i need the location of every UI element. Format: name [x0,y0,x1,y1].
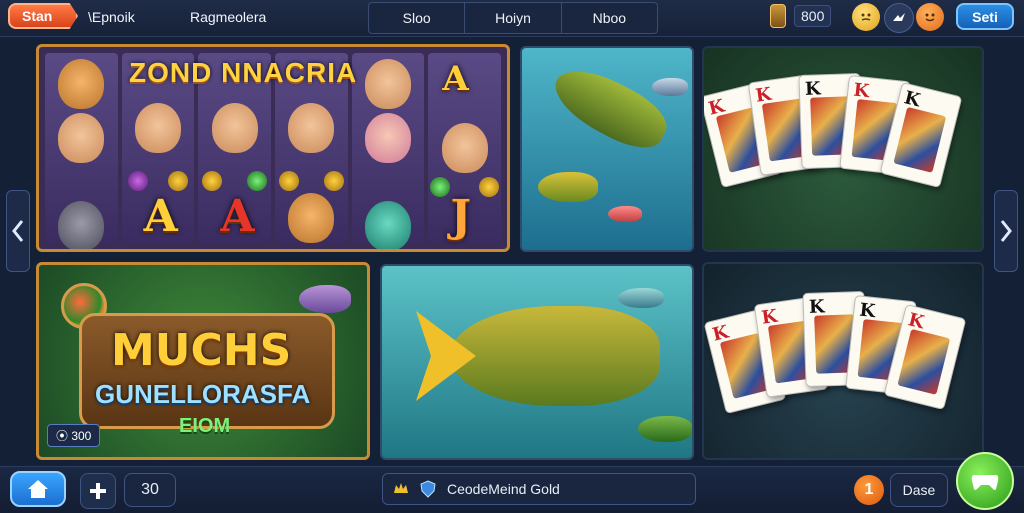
home-icon [28,480,48,498]
game-tile-fishing[interactable] [520,46,694,252]
fish-illustration [450,306,660,406]
tab-sloo[interactable]: Sloo [369,3,466,33]
scroll-left-arrow[interactable] [6,190,30,272]
emoji-face-icon[interactable] [916,3,944,31]
game-tile-cards-two[interactable]: K K K K K [702,262,984,460]
game-logo-subtitle: GUNELLORASFA [95,379,311,409]
coin-balance: 800 [770,3,840,29]
bird-icon[interactable] [884,3,914,33]
jackpot-badge: ⦿ 300 [47,424,101,447]
emoji-face-icon[interactable] [852,3,880,31]
add-button[interactable] [80,473,116,509]
settings-button[interactable]: Seti [956,3,1014,30]
fish-illustration [608,206,642,222]
plus-icon [90,483,106,499]
shield-icon [420,480,436,498]
scroll-right-arrow[interactable] [994,190,1018,272]
notification-badge[interactable]: 1 [854,475,884,505]
count-display: 30 [124,473,176,507]
tab-group: Sloo Hoiyn Nboo [368,2,658,34]
play-button[interactable] [956,452,1014,510]
controller-icon [971,475,999,490]
top-label-epnoik: \Epnoik [88,9,135,25]
game-logo-tag: EIOM [179,415,231,437]
fish-illustration [618,288,664,308]
game-logo-title: MUCHS [111,325,292,376]
slot-letter: A [442,59,469,99]
game-title: ZOND NNACRIA [129,57,358,88]
tab-nboo[interactable]: Nboo [562,3,657,33]
fish-illustration [544,56,676,160]
slot-reel [45,53,118,249]
slot-letter: A [143,191,178,242]
lantern-icon [770,4,786,28]
slot-letter: A [220,191,255,242]
fish-illustration [538,172,598,202]
game-tile-big-fish[interactable] [380,264,694,460]
status-bar: CeodeMeind Gold [382,473,696,505]
game-tile-cards[interactable]: K K K K K [702,46,984,252]
fish-illustration [652,78,688,96]
home-button[interactable] [10,471,66,507]
start-button[interactable]: Stan [8,3,78,29]
crown-icon [394,483,408,493]
fish-illustration [638,416,692,442]
slot-letter: J [450,191,472,242]
top-label-ragmeolera: Ragmeolera [190,9,267,25]
status-text: CeodeMeind Gold [447,481,560,497]
coin-value: 800 [794,5,832,27]
top-bar: Stan \Epnoik Ragmeolera Sloo Hoiyn Nboo … [0,0,1024,37]
bottom-bar: 30 CeodeMeind Gold 1 Dase [0,466,1024,513]
fish-illustration [299,285,351,313]
tab-hoiyn[interactable]: Hoiyn [465,3,562,33]
slot-reel: A J [428,53,502,243]
save-button[interactable]: Dase [890,473,948,507]
game-tile-slots-egypt[interactable]: A A A J ZOND NNACRIA [36,44,510,252]
fish-tail-icon [416,311,476,401]
slot-reel [351,53,425,249]
game-tile-jungle-slots[interactable]: MUCHS GUNELLORASFA EIOM ⦿ 300 [36,262,370,460]
